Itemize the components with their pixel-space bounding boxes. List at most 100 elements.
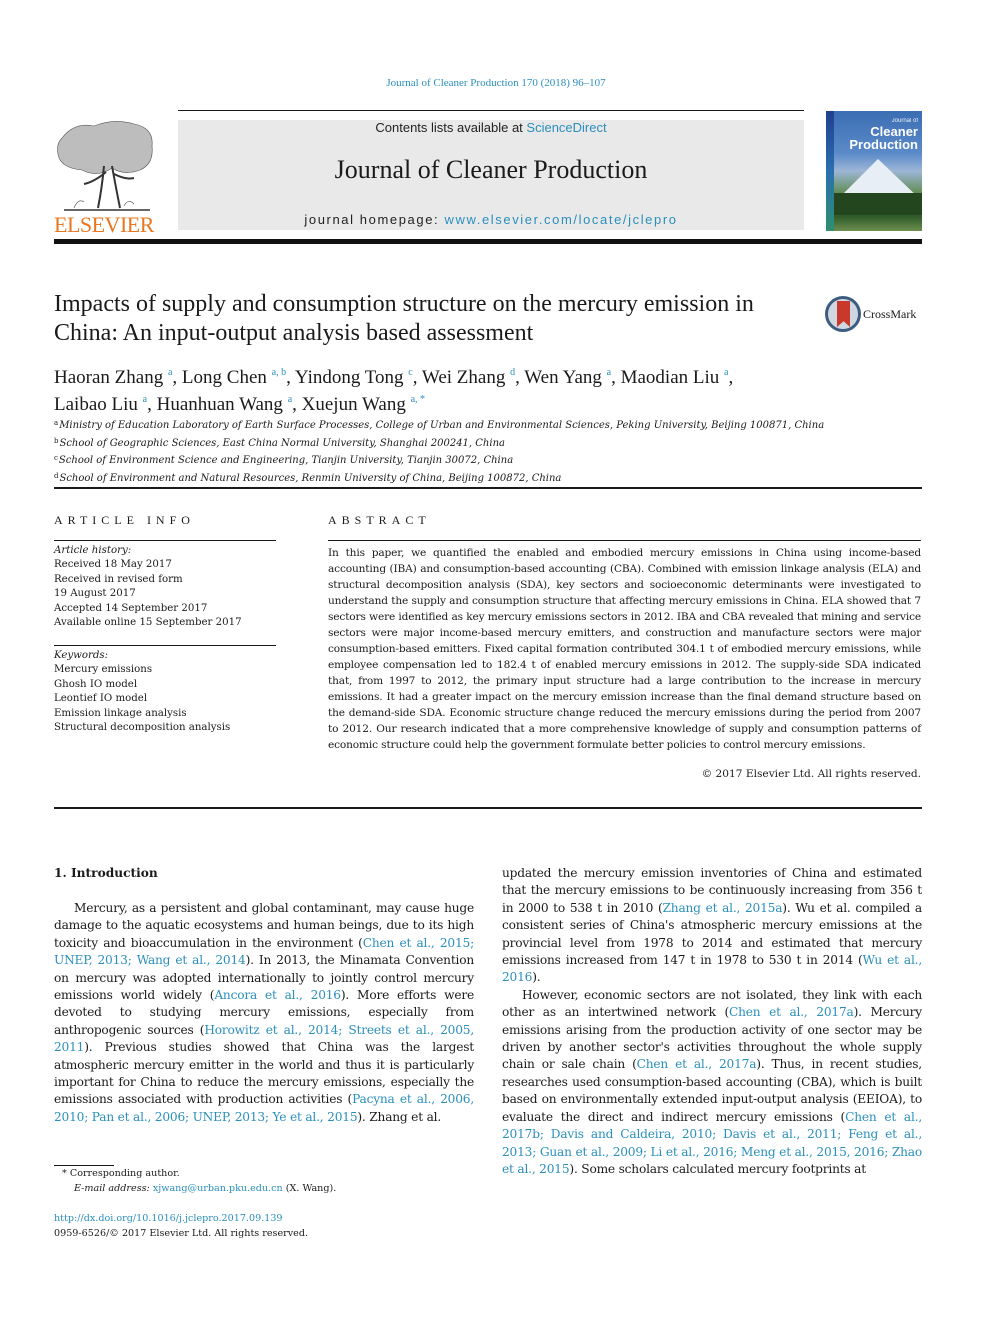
history-item: 19 August 2017 bbox=[54, 588, 136, 600]
history-item: Received 18 May 2017 bbox=[54, 559, 172, 571]
homepage-link[interactable]: www.elsevier.com/locate/jclepro bbox=[444, 212, 677, 227]
citation-link[interactable]: Zhang et al., 2015a bbox=[663, 901, 783, 915]
elsevier-wordmark[interactable]: ELSEVIER bbox=[54, 212, 154, 238]
author-name[interactable]: Xuejun Wang bbox=[302, 394, 411, 415]
divider bbox=[54, 645, 276, 646]
cover-title-line3: Production bbox=[849, 137, 918, 152]
affiliation-text: School of Environment Science and Engine… bbox=[58, 455, 514, 466]
masthead-divider bbox=[54, 239, 922, 244]
citation-link[interactable]: Ancora et al., 2016 bbox=[214, 988, 341, 1002]
article-title: Impacts of supply and consumption struct… bbox=[54, 291, 754, 346]
paragraph: updated the mercury emission inventories… bbox=[502, 865, 922, 987]
paragraph: However, economic sectors are not isolat… bbox=[502, 987, 922, 1178]
author-name[interactable]: Maodian Liu bbox=[621, 367, 724, 388]
cover-title: Journal of Cleaner Production bbox=[849, 117, 918, 151]
asterisk: * bbox=[62, 1168, 67, 1179]
text-run: ). Some scholars calculated mercury foot… bbox=[569, 1161, 866, 1176]
crossmark-label: CrossMark bbox=[863, 306, 917, 321]
contents-line: Contents lists available at ScienceDirec… bbox=[178, 120, 804, 135]
history-list: Received 18 May 2017 Received in revised … bbox=[54, 558, 276, 630]
author-name[interactable]: Haoran Zhang bbox=[54, 367, 168, 388]
article-info-heading: ARTICLE INFO bbox=[54, 513, 195, 527]
keywords-label: Keywords: bbox=[54, 650, 109, 661]
section-heading-introduction: 1. Introduction bbox=[54, 866, 158, 880]
history-item: Received in revised form bbox=[54, 573, 183, 585]
affiliation-text: Ministry of Education Laboratory of Eart… bbox=[59, 420, 825, 431]
keyword-item[interactable]: Emission linkage analysis bbox=[54, 707, 276, 721]
journal-citation[interactable]: Journal of Cleaner Production 170 (2018)… bbox=[0, 77, 992, 89]
affiliation-marker[interactable]: a, b bbox=[272, 367, 286, 378]
journal-cover-image[interactable]: Journal of Cleaner Production bbox=[826, 111, 922, 231]
separator: , bbox=[286, 367, 295, 388]
affiliation-key: c bbox=[54, 454, 58, 462]
author-name[interactable]: Huanhuan Wang bbox=[157, 394, 288, 415]
author-name[interactable]: Wen Yang bbox=[524, 367, 606, 388]
keyword-item[interactable]: Leontief IO model bbox=[54, 692, 276, 706]
author-name[interactable]: Laibao Liu bbox=[54, 394, 143, 415]
cover-trees bbox=[834, 193, 922, 215]
contents-prefix: Contents lists available at bbox=[375, 120, 527, 135]
email-suffix: (X. Wang). bbox=[282, 1183, 337, 1194]
divider bbox=[54, 540, 276, 541]
body-column-right: updated the mercury emission inventories… bbox=[502, 865, 922, 1178]
homepage-prefix: journal homepage: bbox=[304, 212, 445, 227]
doi-link[interactable]: http://dx.doi.org/10.1016/j.jclepro.2017… bbox=[54, 1213, 283, 1224]
text-run: ). bbox=[532, 970, 541, 985]
author-name[interactable]: Long Chen bbox=[182, 367, 272, 388]
history-label: Article history: bbox=[54, 545, 132, 556]
separator: , bbox=[412, 367, 422, 388]
author-name[interactable]: Wei Zhang bbox=[422, 367, 510, 388]
citation-link[interactable]: Chen et al., 2017a bbox=[729, 1005, 854, 1019]
keyword-item[interactable]: Mercury emissions bbox=[54, 663, 276, 677]
divider bbox=[54, 807, 922, 809]
affiliation-item: cSchool of Environment Science and Engin… bbox=[54, 451, 914, 469]
paragraph: Mercury, as a persistent and global cont… bbox=[54, 900, 474, 1126]
citation-link[interactable]: Chen et al., 2017a bbox=[637, 1057, 757, 1071]
footnotes: * Corresponding author. E-mail address: … bbox=[54, 1166, 474, 1196]
cover-strip bbox=[826, 111, 834, 231]
affiliation-key: b bbox=[54, 436, 59, 445]
article-history: Article history: Received 18 May 2017 Rec… bbox=[54, 544, 276, 630]
crossmark-button[interactable]: CrossMark bbox=[825, 296, 916, 332]
author-list: Haoran Zhang a, Long Chen a, b, Yindong … bbox=[54, 362, 834, 416]
crossmark-icon bbox=[825, 296, 861, 332]
keyword-list: Mercury emissions Ghosh IO model Leontief … bbox=[54, 663, 276, 735]
separator: , bbox=[728, 367, 734, 388]
email-link[interactable]: xjwang@urban.pku.edu.cn bbox=[153, 1183, 283, 1194]
doi-block: http://dx.doi.org/10.1016/j.jclepro.2017… bbox=[54, 1211, 308, 1241]
keyword-item[interactable]: Structural decomposition analysis bbox=[54, 721, 276, 735]
affiliation-marker[interactable]: a, * bbox=[411, 394, 425, 405]
corresponding-author-note: * Corresponding author. bbox=[54, 1166, 474, 1181]
text-run: ). Zhang et al. bbox=[357, 1109, 442, 1124]
affiliation-key: a bbox=[54, 419, 59, 427]
author-name[interactable]: Yindong Tong bbox=[295, 367, 408, 388]
journal-name: Journal of Cleaner Production bbox=[334, 155, 648, 184]
separator: , bbox=[147, 394, 157, 415]
history-item: Accepted 14 September 2017 bbox=[54, 602, 208, 614]
corresponding-text: Corresponding author. bbox=[69, 1168, 180, 1179]
email-label: E-mail address: bbox=[74, 1183, 150, 1194]
abstract-text: In this paper, we quantified the enabled… bbox=[328, 547, 921, 751]
divider bbox=[328, 540, 921, 541]
keyword-item[interactable]: Ghosh IO model bbox=[54, 678, 276, 692]
history-item: Available online 15 September 2017 bbox=[54, 617, 242, 629]
affiliations: aMinistry of Education Laboratory of Ear… bbox=[54, 416, 914, 486]
affiliation-text: School of Geographic Sciences, East Chin… bbox=[59, 437, 505, 449]
divider bbox=[54, 487, 922, 489]
keywords: Keywords: Mercury emissions Ghosh IO mode… bbox=[54, 649, 276, 735]
separator: , bbox=[172, 367, 182, 388]
cover-title-line1: Journal of bbox=[891, 118, 918, 124]
affiliation-key: d bbox=[54, 471, 59, 480]
issn-copyright: 0959-6526/© 2017 Elsevier Ltd. All right… bbox=[54, 1228, 309, 1239]
separator: , bbox=[611, 367, 621, 388]
affiliation-item: dSchool of Environment and Natural Resou… bbox=[54, 469, 914, 487]
affiliation-item: aMinistry of Education Laboratory of Ear… bbox=[54, 416, 914, 434]
affiliation-text: School of Environment and Natural Resour… bbox=[59, 472, 562, 484]
sciencedirect-link[interactable]: ScienceDirect bbox=[526, 120, 606, 135]
affiliation-item: bSchool of Geographic Sciences, East Chi… bbox=[54, 434, 914, 452]
abstract-heading: ABSTRACT bbox=[328, 513, 431, 527]
separator: , bbox=[292, 394, 302, 415]
separator: , bbox=[515, 367, 525, 388]
body-column-left: Mercury, as a persistent and global cont… bbox=[54, 900, 474, 1126]
email-note: E-mail address: xjwang@urban.pku.edu.cn … bbox=[54, 1181, 474, 1196]
